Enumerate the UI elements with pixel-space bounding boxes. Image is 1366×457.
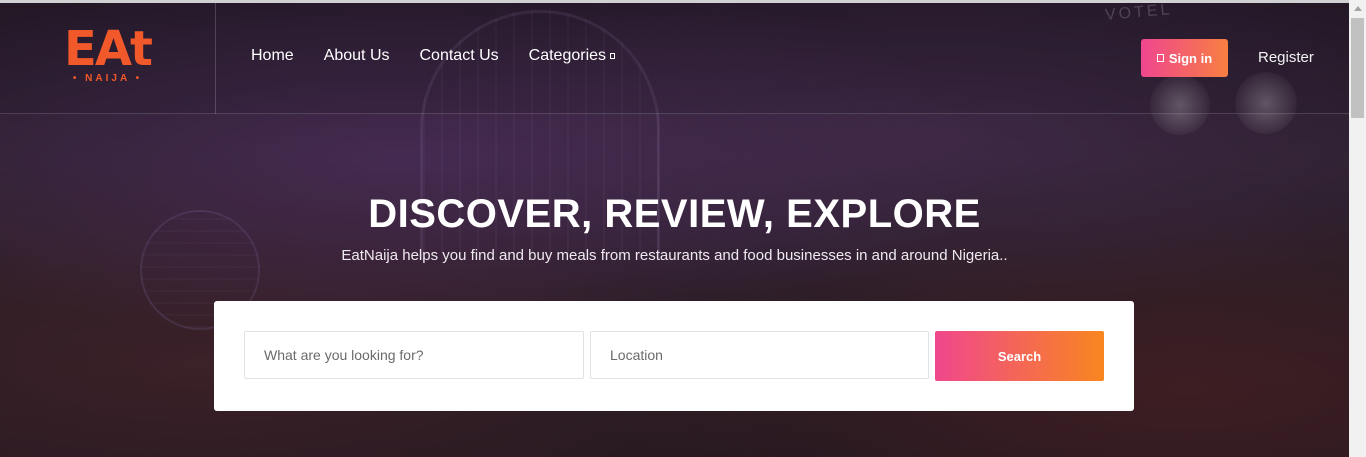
sign-in-button[interactable]: Sign in xyxy=(1141,39,1228,77)
sign-in-icon xyxy=(1156,54,1164,62)
scroll-up-icon[interactable] xyxy=(1354,6,1362,11)
site-header: EAt • NAIJA • Home About Us Contact Us C… xyxy=(0,0,1349,114)
nav-home[interactable]: Home xyxy=(251,47,294,65)
nav-categories-label: Categories xyxy=(528,47,607,64)
nav-contact-us[interactable]: Contact Us xyxy=(420,47,499,65)
search-location-input[interactable] xyxy=(590,331,929,379)
register-link[interactable]: Register xyxy=(1258,49,1314,66)
hero-subline: EatNaija helps you find and buy meals fr… xyxy=(341,247,1008,264)
main-nav: Home About Us Contact Us Categories xyxy=(251,47,616,65)
nav-about-us[interactable]: About Us xyxy=(324,47,390,65)
sign-in-label: Sign in xyxy=(1168,50,1213,66)
scrollbar-thumb[interactable] xyxy=(1351,18,1364,118)
search-what-input[interactable] xyxy=(244,331,584,379)
page-scrollbar[interactable] xyxy=(1349,0,1366,457)
site-logo[interactable]: EAt • NAIJA • xyxy=(0,3,216,114)
logo-subtitle: • NAIJA • xyxy=(72,73,143,84)
search-panel: Search xyxy=(214,301,1134,411)
nav-categories[interactable]: Categories xyxy=(528,47,616,65)
dropdown-icon xyxy=(610,52,616,59)
logo-wordmark: EAt xyxy=(64,21,153,77)
hero-headline: DISCOVER, REVIEW, EXPLORE xyxy=(368,192,981,236)
search-button[interactable]: Search xyxy=(935,331,1104,381)
